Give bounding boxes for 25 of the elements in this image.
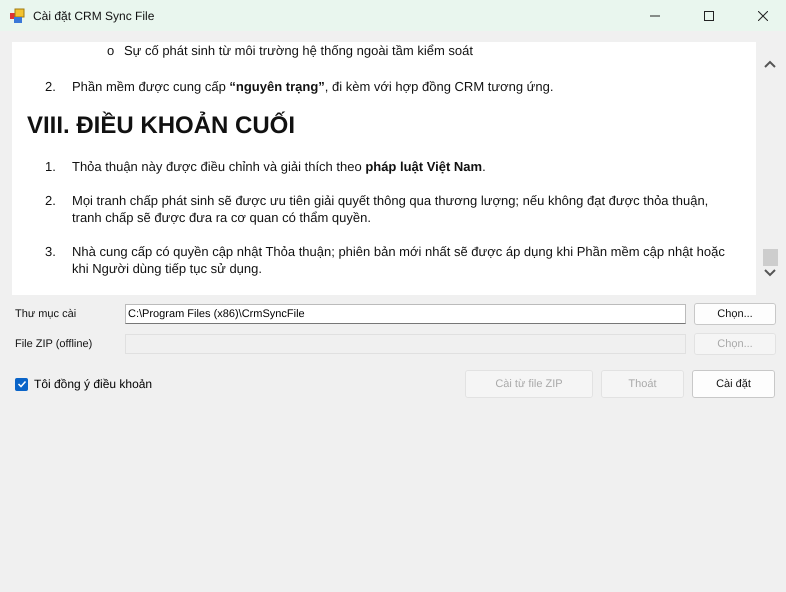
scroll-down-icon[interactable] xyxy=(764,269,776,277)
maximize-icon[interactable] xyxy=(704,10,714,20)
list-number: 2. xyxy=(45,192,57,210)
path-field[interactable]: C:\Program Files (x86)\CrmSyncFile xyxy=(125,304,686,324)
bullet-marker: o xyxy=(107,42,116,59)
agree-checkbox[interactable] xyxy=(15,378,28,390)
list-item-text: Sự cố phát sinh từ môi trường hệ thống ngoài tầm kiểm soát xyxy=(124,42,474,59)
list-number: 3. xyxy=(45,243,57,261)
scroll-thumb[interactable] xyxy=(762,249,778,266)
list-number: 1. xyxy=(45,158,57,175)
window-title: Cài đặt CRM Sync File xyxy=(33,8,154,22)
field-label: Thư mục cài xyxy=(15,308,78,320)
action-button[interactable]: Cài đặt xyxy=(692,370,775,398)
list-item-text: Thỏa thuận này được điều chỉnh và giải thích theo pháp luật Việt Nam. xyxy=(72,158,487,175)
list-item-text: Nhà cung cấp có quyền cập nhật Thỏa thuận; phiên bản mới nhất sẽ được áp dụng khi Phần mềm cập nhật hoặc khi Người dùng tiếp tục sử dụng. xyxy=(72,243,726,277)
list-number: 2. xyxy=(45,78,57,95)
section-heading: VIII. ĐIỀU KHOẢN CUỐI xyxy=(27,112,296,140)
list-item-text: Mọi tranh chấp phát sinh sẽ được ưu tiên giải quyết thông qua thương lượng; nếu không đạt được thỏa thuận, tranh chấp sẽ được đưa ra cơ quan có thẩm quyền. xyxy=(72,192,710,226)
app-icon xyxy=(9,8,25,24)
field-label: File ZIP (offline) xyxy=(15,338,94,350)
browse-button[interactable]: Chọn... xyxy=(694,302,776,324)
close-icon[interactable] xyxy=(758,10,768,20)
list-item-text: Phần mềm được cung cấp “nguyên trạng”, đi kèm với hợp đồng CRM tương ứng. xyxy=(72,78,554,95)
scroll-up-icon[interactable] xyxy=(764,60,776,68)
agree-label: Tôi đồng ý điều khoản xyxy=(34,377,152,391)
